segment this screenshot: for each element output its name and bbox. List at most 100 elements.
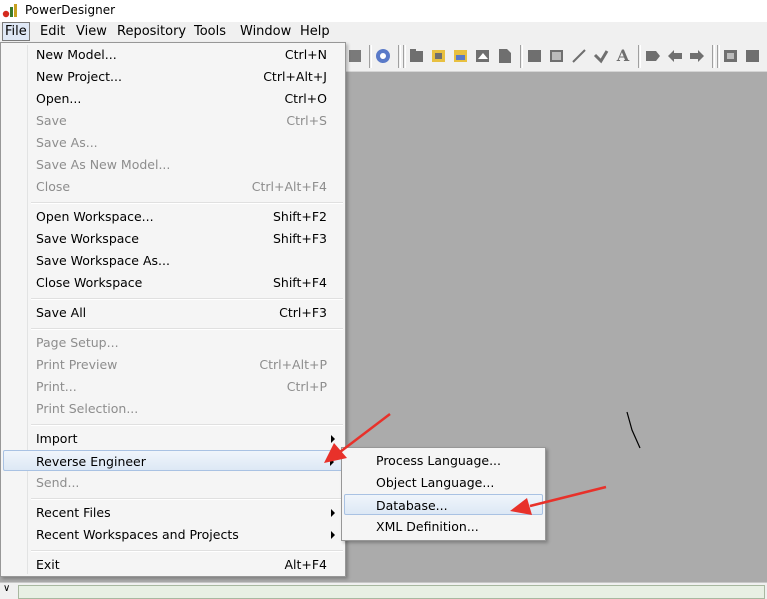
menu-item-new-project[interactable]: New Project... Ctrl+Alt+J [3, 66, 343, 87]
menu-item-save-as[interactable]: Save As... [3, 132, 343, 153]
menu-item-reverse-engineer[interactable]: Reverse Engineer [3, 450, 343, 471]
menu-item-recent-workspaces[interactable]: Recent Workspaces and Projects [3, 524, 343, 545]
submenu-arrow-icon [331, 509, 335, 517]
menu-item-shortcut: Ctrl+Alt+P [259, 357, 327, 372]
menu-bar: File Edit View Repository Tools Window H… [0, 22, 767, 42]
app-title: PowerDesigner [25, 3, 116, 17]
menu-item-print-preview[interactable]: Print Preview Ctrl+Alt+P [3, 354, 343, 375]
view-icon[interactable] [474, 47, 492, 65]
toolbar-icon[interactable] [347, 47, 365, 65]
arrow-right-icon[interactable] [688, 47, 706, 65]
menu-item-label: Reverse Engineer [36, 454, 146, 469]
toolbar: A [346, 42, 767, 72]
menu-item-send[interactable]: Send... [3, 472, 343, 493]
menu-item-import[interactable]: Import [3, 428, 343, 449]
menu-help[interactable]: Help [298, 23, 332, 40]
menu-edit[interactable]: Edit [38, 23, 67, 40]
menu-item-label: New Project... [36, 69, 122, 84]
menu-item-close[interactable]: Close Ctrl+Alt+F4 [3, 176, 343, 197]
toolbar-separator [369, 45, 372, 68]
submenu-item-xml-definition[interactable]: XML Definition... [344, 516, 543, 537]
text-tool-icon[interactable]: A [614, 47, 632, 65]
menu-item-open[interactable]: Open... Ctrl+O [3, 88, 343, 109]
menu-item-save-as-new-model[interactable]: Save As New Model... [3, 154, 343, 175]
diagram-icon[interactable] [430, 47, 448, 65]
menu-item-shortcut: Ctrl+F3 [279, 305, 327, 320]
menu-separator [31, 328, 343, 330]
menu-item-label: Save [36, 113, 67, 128]
menu-item-close-workspace[interactable]: Close Workspace Shift+F4 [3, 272, 343, 293]
menu-item-save-workspace-as[interactable]: Save Workspace As... [3, 250, 343, 271]
menu-item-label: Import [36, 431, 78, 446]
menu-item-label: Exit [36, 557, 60, 572]
menu-item-shortcut: Shift+F4 [272, 275, 327, 290]
check-model-icon[interactable] [374, 47, 392, 65]
menu-item-exit[interactable]: Exit Alt+F4 [3, 554, 343, 575]
menu-item-label: Recent Workspaces and Projects [36, 527, 239, 542]
grid-icon[interactable] [744, 47, 762, 65]
menu-item-print-selection[interactable]: Print Selection... [3, 398, 343, 419]
menu-item-save-workspace[interactable]: Save Workspace Shift+F3 [3, 228, 343, 249]
submenu-item-object-language[interactable]: Object Language... [344, 472, 543, 493]
picture-icon[interactable] [548, 47, 566, 65]
menu-item-label: Recent Files [36, 505, 111, 520]
frame-icon[interactable] [722, 47, 740, 65]
menu-item-label: Close Workspace [36, 275, 143, 290]
menu-item-page-setup[interactable]: Page Setup... [3, 332, 343, 353]
menu-view[interactable]: View [74, 23, 109, 40]
menu-item-recent-files[interactable]: Recent Files [3, 502, 343, 523]
menu-item-label: Page Setup... [36, 335, 119, 350]
arrow-left-icon[interactable] [666, 47, 684, 65]
menu-separator [31, 298, 343, 300]
link-icon[interactable] [592, 47, 610, 65]
toolbar-separator [398, 45, 401, 68]
menu-item-save-all[interactable]: Save All Ctrl+F3 [3, 302, 343, 323]
chevron-icon[interactable]: ∨ [3, 583, 10, 594]
status-panel [18, 585, 765, 599]
menu-item-label: Send... [36, 475, 80, 490]
menu-item-label: New Model... [36, 47, 117, 62]
menu-item-print[interactable]: Print... Ctrl+P [3, 376, 343, 397]
toolbar-separator [638, 45, 641, 68]
menu-file[interactable]: File [2, 22, 30, 41]
menu-item-label: Print... [36, 379, 77, 394]
powerdesigner-logo-icon [2, 4, 17, 18]
menu-repository[interactable]: Repository [115, 23, 188, 40]
stray-mark [626, 411, 641, 449]
file-icon[interactable] [496, 47, 514, 65]
menu-item-shortcut: Ctrl+Alt+F4 [251, 179, 327, 194]
submenu-item-database[interactable]: Database... [344, 494, 543, 515]
menu-item-label: Close [36, 179, 71, 194]
menu-item-label: Save Workspace [36, 231, 139, 246]
menu-item-label: Save All [36, 305, 87, 320]
menu-item-new-model[interactable]: New Model... Ctrl+N [3, 44, 343, 65]
menu-item-label: Object Language... [376, 475, 495, 490]
menu-separator [31, 498, 343, 500]
submenu-item-process-language[interactable]: Process Language... [344, 450, 543, 471]
submenu-arrow-icon [330, 458, 334, 466]
shape-icon[interactable] [644, 47, 662, 65]
submenu-arrow-icon [331, 435, 335, 443]
menu-item-label: Database... [376, 498, 448, 513]
menu-item-label: XML Definition... [376, 519, 479, 534]
package-icon[interactable] [408, 47, 426, 65]
menu-item-shortcut: Shift+F2 [272, 209, 327, 224]
table-icon[interactable] [452, 47, 470, 65]
menu-item-label: Print Selection... [36, 401, 139, 416]
menu-window[interactable]: Window [238, 23, 293, 40]
menu-separator [31, 550, 343, 552]
reverse-engineer-submenu: Process Language... Object Language... D… [341, 447, 546, 541]
menu-item-open-workspace[interactable]: Open Workspace... Shift+F2 [3, 206, 343, 227]
menu-item-label: Save As New Model... [36, 157, 171, 172]
rectangle-icon[interactable] [526, 47, 544, 65]
toolbar-separator [403, 45, 406, 68]
menu-item-shortcut: Ctrl+N [284, 47, 327, 62]
menu-item-save[interactable]: Save Ctrl+S [3, 110, 343, 131]
toolbar-separator [520, 45, 523, 68]
toolbar-separator [712, 45, 715, 68]
title-bar: PowerDesigner [0, 0, 767, 23]
menu-separator [31, 202, 343, 204]
menu-tools[interactable]: Tools [192, 23, 228, 40]
line-icon[interactable] [570, 47, 588, 65]
menu-item-label: Print Preview [36, 357, 118, 372]
